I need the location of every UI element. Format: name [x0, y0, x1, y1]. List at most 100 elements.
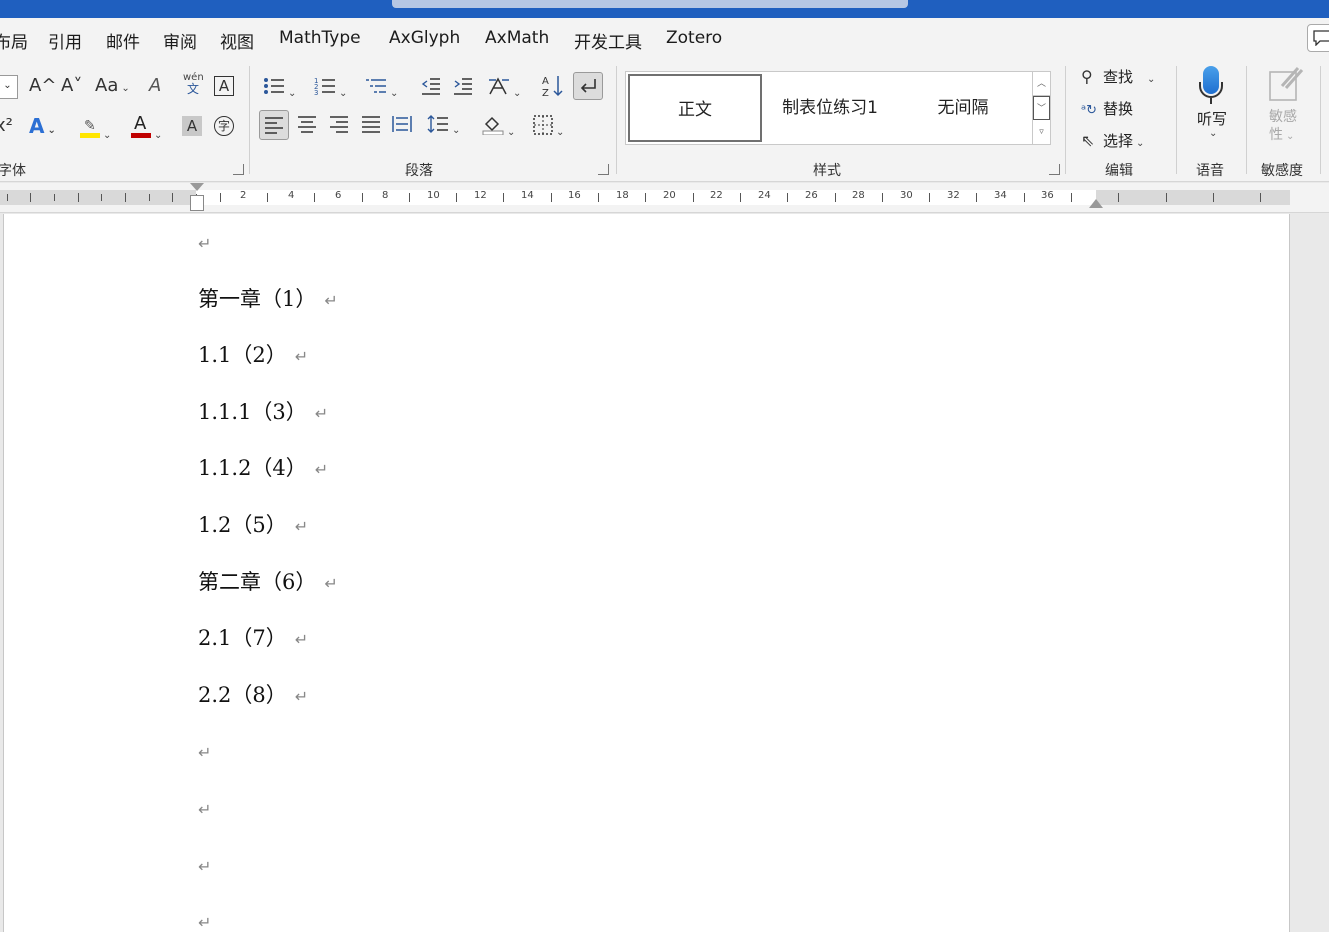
- hanging-indent-marker[interactable]: [190, 195, 204, 211]
- empty-paragraph[interactable]: ↵: [198, 228, 211, 258]
- styles-dialog-launcher[interactable]: [1049, 164, 1060, 175]
- heading-paragraph[interactable]: 1.2（5） ↵: [198, 511, 308, 541]
- document-page[interactable]: ↵ 第一章（1） ↵ 1.1（2） ↵ 1.1.1（3） ↵ 1.1.2（4） ↵ 1.2（5） ↵…: [3, 214, 1290, 932]
- empty-paragraph[interactable]: ↵: [198, 737, 211, 767]
- tab-zotero[interactable]: Zotero: [666, 28, 722, 48]
- align-center-icon[interactable]: [297, 115, 317, 138]
- decrease-indent-icon[interactable]: [421, 76, 441, 101]
- ruler-tick: [1260, 193, 1261, 202]
- paragraph-text: 第一章（1）: [198, 287, 317, 311]
- paragraph-mark-icon: ↵: [198, 234, 212, 253]
- gallery-scroll-up-icon[interactable]: ︿: [1033, 72, 1050, 96]
- heading-paragraph[interactable]: 1.1（2） ↵: [198, 341, 308, 371]
- comment-icon: [1313, 30, 1329, 46]
- find-button[interactable]: ⚲ 查找 ⌄: [1081, 66, 1155, 87]
- shrink-font-icon[interactable]: A˅: [61, 76, 82, 96]
- paint-bucket-icon: [482, 116, 504, 136]
- tab-mailings[interactable]: 邮件: [106, 28, 140, 53]
- highlighter-icon: ✎: [80, 116, 100, 138]
- dictate-label[interactable]: 听写: [1197, 108, 1227, 129]
- style-no-spacing[interactable]: 无间隔: [898, 74, 1028, 142]
- empty-paragraph[interactable]: ↵: [198, 907, 211, 932]
- styles-gallery-scroll: ︿ ﹀ ▿: [1032, 72, 1050, 144]
- bullets-button[interactable]: ⌄: [263, 76, 296, 104]
- paragraph-dialog-launcher[interactable]: [598, 164, 609, 175]
- tab-review[interactable]: 审阅: [163, 28, 197, 53]
- asian-layout-button[interactable]: ⌄: [488, 76, 521, 104]
- paragraph-mark-icon: ↵: [294, 347, 309, 366]
- svg-text:3: 3: [314, 89, 318, 96]
- heading-paragraph[interactable]: 1.1.1（3） ↵: [198, 398, 328, 428]
- borders-button[interactable]: ⌄: [533, 115, 564, 143]
- font-dialog-launcher[interactable]: [233, 164, 244, 175]
- increase-indent-icon[interactable]: [453, 76, 473, 101]
- ruler-number: 14: [521, 190, 534, 201]
- show-formatting-marks-icon[interactable]: [573, 72, 603, 100]
- heading-paragraph[interactable]: 第二章（6） ↵: [198, 568, 338, 598]
- justify-icon[interactable]: [361, 115, 381, 138]
- paragraph-group-label: 段落: [405, 163, 433, 179]
- chevron-down-icon: ⌄: [121, 83, 130, 94]
- ruler-tick: [1166, 193, 1167, 202]
- align-right-icon[interactable]: [329, 115, 349, 138]
- multilevel-list-button[interactable]: ⌄: [365, 76, 398, 104]
- style-normal[interactable]: 正文: [628, 74, 762, 142]
- tab-view[interactable]: 视图: [220, 28, 254, 53]
- tab-axglyph[interactable]: AxGlyph: [389, 28, 460, 48]
- tab-mathtype[interactable]: MathType: [279, 28, 361, 48]
- superscript-icon[interactable]: x²: [0, 116, 13, 136]
- heading-paragraph[interactable]: 第一章（1） ↵: [198, 285, 338, 315]
- ruler-tick: [125, 193, 126, 202]
- character-shading-icon[interactable]: A: [182, 116, 202, 136]
- distributed-icon[interactable]: [392, 115, 412, 138]
- align-left-icon[interactable]: [259, 110, 289, 140]
- shading-button[interactable]: ⌄: [482, 115, 515, 143]
- line-spacing-button[interactable]: ⌄: [427, 115, 460, 141]
- highlight-button[interactable]: ✎ ⌄: [80, 116, 111, 146]
- empty-paragraph[interactable]: ↵: [198, 851, 211, 881]
- ruler-tick: [267, 193, 268, 202]
- phonetic-guide-button[interactable]: wén 文: [183, 72, 204, 96]
- empty-paragraph[interactable]: ↵: [198, 794, 211, 824]
- voice-group-label: 语音: [1196, 163, 1224, 179]
- tab-axmath[interactable]: AxMath: [485, 28, 549, 48]
- heading-paragraph[interactable]: 2.1（7） ↵: [198, 624, 308, 654]
- right-indent-marker[interactable]: [1089, 199, 1103, 208]
- gallery-more-icon[interactable]: ▿: [1033, 120, 1050, 144]
- font-size-dropdown[interactable]: ⌄: [0, 75, 18, 99]
- style-custom-tab-practice[interactable]: 制表位练习1: [764, 74, 896, 142]
- paragraph-text: 1.2（5）: [198, 513, 287, 537]
- chevron-down-icon[interactable]: ⌄: [1209, 128, 1217, 139]
- tab-developer[interactable]: 开发工具: [574, 28, 642, 53]
- grow-font-icon[interactable]: A^: [29, 76, 56, 96]
- group-separator: [249, 66, 250, 174]
- tab-layout[interactable]: 布局: [0, 28, 28, 53]
- title-search-box[interactable]: [392, 0, 908, 8]
- change-case-button[interactable]: Aa ⌄: [95, 76, 130, 99]
- clear-formatting-icon[interactable]: A: [149, 76, 161, 96]
- first-line-indent-marker[interactable]: [190, 183, 204, 191]
- heading-paragraph[interactable]: 2.2（8） ↵: [198, 681, 308, 711]
- font-color-button[interactable]: A ⌄: [131, 114, 162, 146]
- paragraph-mark-icon: ↵: [198, 857, 212, 876]
- horizontal-ruler[interactable]: 2 4 6 8 10 12 14 16 18 20 22 24 26 28 30 32 34 36: [0, 183, 1329, 213]
- character-border-icon[interactable]: A: [214, 76, 234, 96]
- heading-paragraph[interactable]: 1.1.2（4） ↵: [198, 454, 328, 484]
- paragraph-text: 1.1（2）: [198, 343, 287, 367]
- svg-text:A: A: [542, 76, 549, 87]
- ruler-number: 26: [805, 190, 818, 201]
- numbering-button[interactable]: 1 2 3 ⌄: [314, 76, 347, 104]
- microphone-icon[interactable]: [1199, 66, 1223, 104]
- ruler-tick: [740, 193, 741, 202]
- enclose-character-icon[interactable]: 字: [214, 116, 234, 136]
- select-button[interactable]: ⇖ 选择 ⌄: [1081, 130, 1144, 151]
- borders-icon: [533, 115, 553, 135]
- comments-button[interactable]: [1307, 24, 1329, 52]
- text-effects-button[interactable]: A ⌄: [29, 116, 56, 141]
- search-icon: ⚲: [1081, 67, 1093, 86]
- sort-icon[interactable]: AZ: [542, 74, 564, 103]
- gallery-scroll-down-icon[interactable]: ﹀: [1033, 96, 1050, 120]
- tab-references[interactable]: 引用: [48, 28, 82, 53]
- replace-button[interactable]: ᵃ↻ 替换: [1081, 98, 1133, 119]
- sensitivity-label-line1: 敏感: [1269, 109, 1297, 125]
